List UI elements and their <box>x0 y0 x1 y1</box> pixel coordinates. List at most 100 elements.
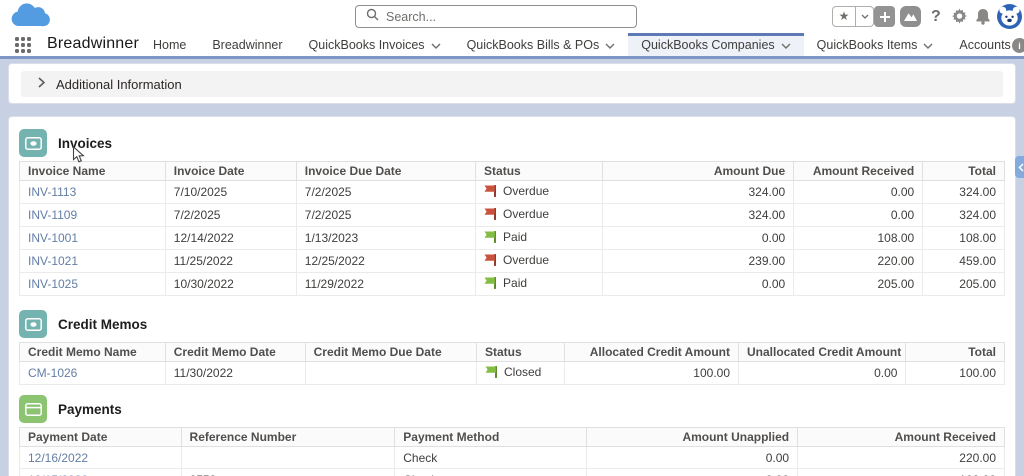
side-panel-toggle[interactable] <box>1015 156 1024 178</box>
cell-link[interactable]: 12/15/2022 <box>28 473 88 476</box>
table-cell: 12/16/2022 <box>20 447 182 469</box>
user-avatar[interactable] <box>997 4 1022 34</box>
table-cell: 220.00 <box>798 447 1005 469</box>
chevron-left-icon <box>1018 163 1024 172</box>
column-header[interactable]: Payment Method <box>395 428 587 447</box>
credit-memos-table: Credit Memo NameCredit Memo DateCredit M… <box>19 342 1005 385</box>
app-nav-bar: Breadwinner HomeBreadwinner QuickBooks In… <box>0 33 1024 59</box>
cell-link[interactable]: INV-1025 <box>28 277 78 291</box>
table-cell: 239.00 <box>603 250 794 273</box>
column-header[interactable]: Total <box>906 343 1005 362</box>
table-cell: 324.00 <box>603 204 794 227</box>
column-header[interactable]: Allocated Credit Amount <box>564 343 738 362</box>
help-button[interactable]: ? <box>931 6 941 27</box>
column-header[interactable]: Credit Memo Name <box>20 343 166 362</box>
status-label: Paid <box>503 276 527 290</box>
invoices-bill-icon <box>19 129 47 157</box>
favorites-button-group[interactable]: ★ <box>832 6 874 27</box>
table-cell: 100.00 <box>906 362 1005 385</box>
table-cell: 11/29/2022 <box>296 273 475 296</box>
guidance-center-button[interactable] <box>900 6 921 27</box>
status-label: Closed <box>504 365 541 379</box>
status-label: Overdue <box>503 184 549 198</box>
cell-link[interactable]: INV-1109 <box>28 208 77 222</box>
table-cell: 0.00 <box>739 362 906 385</box>
column-header[interactable]: Reference Number <box>181 428 395 447</box>
chevron-down-icon[interactable] <box>923 38 933 52</box>
app-launcher-icon[interactable] <box>15 37 32 53</box>
column-header[interactable]: Amount Received <box>794 162 923 181</box>
column-header[interactable]: Amount Unapplied <box>587 428 798 447</box>
column-header[interactable]: Payment Date <box>20 428 182 447</box>
column-header[interactable]: Status <box>476 162 603 181</box>
table-row: CM-102611/30/2022Closed100.000.00100.00 <box>20 362 1005 385</box>
table-cell: 0.00 <box>603 273 794 296</box>
column-header[interactable]: Credit Memo Due Date <box>305 343 476 362</box>
table-cell: Overdue <box>476 250 603 273</box>
favorites-star-icon[interactable]: ★ <box>833 7 855 26</box>
cell-link[interactable]: INV-1001 <box>28 231 78 245</box>
tab-breadwinner[interactable]: Breadwinner <box>199 33 295 56</box>
column-header[interactable]: Amount Due <box>603 162 794 181</box>
status-label: Paid <box>503 230 527 244</box>
table-cell: 100.00 <box>564 362 738 385</box>
payments-table: Payment DateReference NumberPayment Meth… <box>19 427 1005 476</box>
tab-label: QuickBooks Companies <box>641 38 774 52</box>
tab-label: QuickBooks Invoices <box>309 38 425 52</box>
cell-link[interactable]: INV-1113 <box>28 185 76 199</box>
invoices-table: Invoice NameInvoice DateInvoice Due Date… <box>19 161 1005 296</box>
red-flag-icon <box>484 208 497 220</box>
tab-quickbooks-items[interactable]: QuickBooks Items <box>804 33 947 56</box>
cell-link[interactable]: INV-1021 <box>28 254 78 268</box>
gear-icon <box>951 8 968 25</box>
cell-link[interactable]: 12/16/2022 <box>28 451 88 465</box>
table-cell: Overdue <box>476 204 603 227</box>
tab-quickbooks-companies[interactable]: QuickBooks Companies <box>628 33 803 56</box>
column-header[interactable]: Amount Received <box>798 428 1005 447</box>
cell-link[interactable]: CM-1026 <box>28 366 77 380</box>
table-cell: INV-1021 <box>20 250 166 273</box>
column-header[interactable]: Invoice Name <box>20 162 166 181</box>
favorites-caret-icon[interactable] <box>855 7 873 26</box>
column-header[interactable]: Unallocated Credit Amount <box>739 343 906 362</box>
table-cell: 1/13/2023 <box>296 227 475 250</box>
column-header[interactable]: Total <box>923 162 1005 181</box>
table-cell: 11/25/2022 <box>165 250 296 273</box>
notifications-button[interactable] <box>975 6 991 27</box>
chevron-down-icon[interactable] <box>605 38 615 52</box>
table-cell: CM-1026 <box>20 362 166 385</box>
table-cell: 459.00 <box>923 250 1005 273</box>
column-header[interactable]: Credit Memo Date <box>165 343 305 362</box>
table-cell: 0.00 <box>794 181 923 204</box>
tab-quickbooks-invoices[interactable]: QuickBooks Invoices <box>296 33 454 56</box>
credit-memos-section-title: Credit Memos <box>58 317 147 332</box>
table-cell: 108.00 <box>794 227 923 250</box>
tab-quickbooks-bills-pos[interactable]: QuickBooks Bills & POs <box>454 33 629 56</box>
nav-tabs: HomeBreadwinner QuickBooks Invoices QuickB… <box>140 33 1024 56</box>
table-cell: Overdue <box>476 181 603 204</box>
chevron-right-icon <box>38 75 45 93</box>
table-cell: 108.00 <box>923 227 1005 250</box>
table-cell <box>181 447 395 469</box>
tab-label: QuickBooks Items <box>817 38 918 52</box>
global-actions-button[interactable] <box>874 6 895 27</box>
column-header[interactable]: Invoice Date <box>165 162 296 181</box>
search-input[interactable]: Search... <box>355 5 637 28</box>
tab-label: Accounts <box>959 38 1010 52</box>
salesforce-cloud-logo <box>10 3 50 35</box>
info-icon[interactable]: i <box>1012 38 1024 53</box>
additional-information-card: Additional Information <box>8 63 1016 104</box>
chevron-down-icon[interactable] <box>431 38 441 52</box>
tab-home[interactable]: Home <box>140 33 199 56</box>
table-cell: 6552 <box>181 469 395 476</box>
additional-information-toggle[interactable]: Additional Information <box>21 71 1003 97</box>
chevron-down-icon[interactable] <box>781 38 791 52</box>
column-header[interactable]: Status <box>477 343 565 362</box>
table-cell: 12/15/2022 <box>20 469 182 476</box>
table-row: INV-11137/10/20257/2/2025Overdue324.000.… <box>20 181 1005 204</box>
column-header[interactable]: Invoice Due Date <box>296 162 475 181</box>
table-cell: Check <box>395 469 587 476</box>
setup-button[interactable] <box>951 6 968 27</box>
table-cell: 7/2/2025 <box>296 204 475 227</box>
table-cell: Closed <box>477 362 565 385</box>
